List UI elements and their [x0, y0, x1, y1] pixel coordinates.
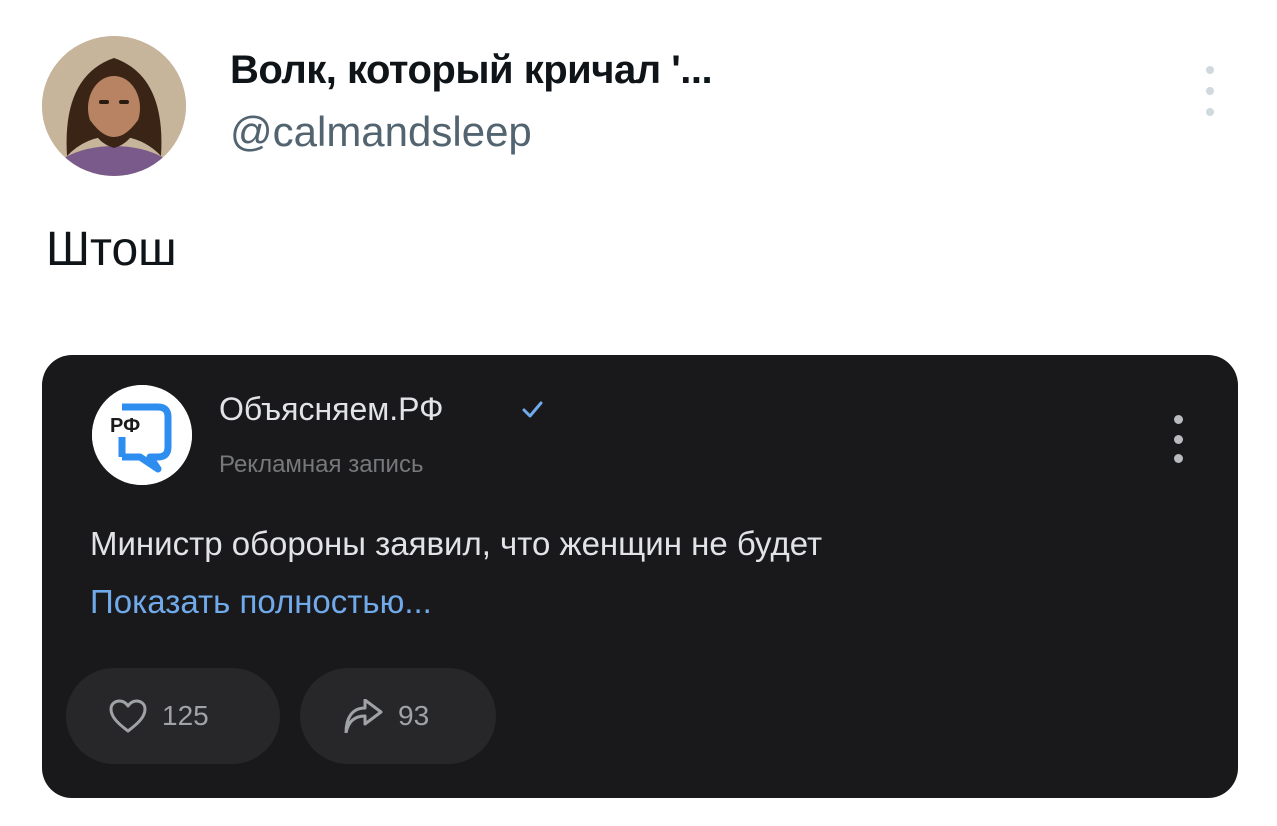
post-subtitle: Рекламная запись: [219, 451, 424, 478]
post-text: Министр обороны заявил, что женщин не бу…: [90, 525, 823, 562]
source-logo[interactable]: РФ: [92, 385, 192, 485]
author-avatar[interactable]: [42, 36, 186, 176]
share-arrow-icon: [344, 699, 383, 733]
show-more-link[interactable]: Показать полностью...: [90, 583, 432, 621]
source-logo-text: РФ: [110, 415, 140, 437]
share-count: 93: [398, 700, 430, 731]
verified-check-icon: [522, 401, 543, 418]
more-vertical-icon[interactable]: [1200, 66, 1220, 116]
share-button[interactable]: 93: [300, 668, 496, 764]
heart-icon: [109, 699, 147, 733]
author-name[interactable]: Волк, который кричал '...: [230, 48, 713, 93]
like-button[interactable]: 125: [66, 668, 280, 764]
embedded-post-card: РФ Объясняем.РФ Рекламная запись Министр…: [42, 355, 1238, 798]
like-count: 125: [162, 700, 209, 731]
source-name[interactable]: Объясняем.РФ: [219, 391, 443, 428]
author-handle[interactable]: @calmandsleep: [230, 108, 532, 156]
more-vertical-icon[interactable]: [1168, 415, 1188, 463]
tweet-text: Штош: [46, 223, 177, 276]
